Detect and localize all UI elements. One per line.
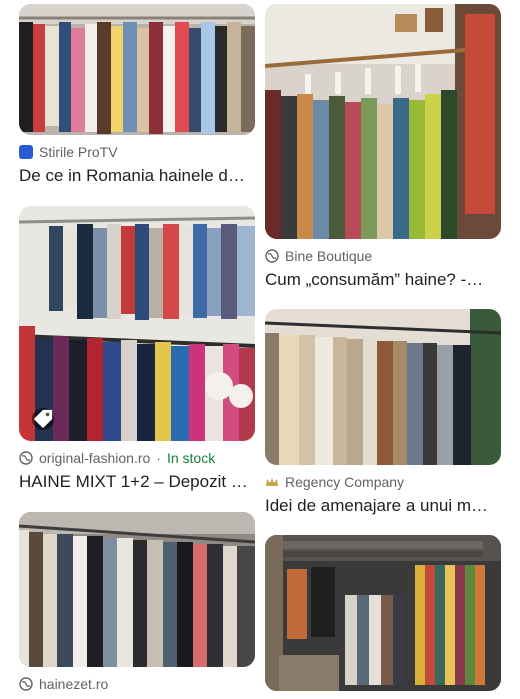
protv-logo-icon bbox=[19, 145, 33, 159]
result-image-3[interactable] bbox=[19, 206, 255, 441]
crown-icon bbox=[266, 478, 278, 486]
separator: · bbox=[156, 450, 161, 466]
in-stock-badge: In stock bbox=[166, 450, 216, 466]
globe-icon bbox=[19, 451, 33, 465]
result-title-1[interactable]: De ce in Romania hainele d… bbox=[19, 166, 255, 186]
result-image-1[interactable] bbox=[19, 4, 255, 135]
result-image-4[interactable] bbox=[265, 309, 501, 465]
result-image-6[interactable] bbox=[265, 535, 501, 691]
result-source-5[interactable]: hainezet.ro bbox=[19, 676, 108, 692]
source-name: Regency Company bbox=[285, 474, 405, 490]
result-source-1[interactable]: Stirile ProTV bbox=[19, 144, 118, 160]
result-image-5[interactable] bbox=[19, 512, 255, 667]
result-source-3[interactable]: original-fashion.ro · In stock bbox=[19, 450, 215, 466]
source-name: Stirile ProTV bbox=[39, 144, 118, 160]
globe-icon bbox=[19, 677, 33, 691]
clothes-rack-photo-2 bbox=[265, 4, 501, 239]
result-title-2[interactable]: Cum „consumăm” haine? -… bbox=[265, 270, 501, 290]
source-name: original-fashion.ro bbox=[39, 450, 151, 466]
clothes-rack-photo-6 bbox=[265, 535, 501, 691]
clothes-rack-photo-4 bbox=[265, 309, 501, 465]
result-title-4[interactable]: Idei de amenajare a unui m… bbox=[265, 496, 501, 516]
clothes-rack-photo-1 bbox=[19, 4, 255, 135]
clothes-rack-photo-5 bbox=[19, 512, 255, 667]
tag-icon bbox=[32, 408, 54, 430]
result-image-2[interactable] bbox=[265, 4, 501, 239]
clothes-rack-photo-3 bbox=[19, 206, 255, 441]
result-source-4[interactable]: Regency Company bbox=[265, 474, 404, 490]
globe-icon bbox=[265, 249, 279, 263]
result-title-3[interactable]: HAINE MIXT 1+2 – Depozit … bbox=[19, 472, 255, 492]
source-name: Bine Boutique bbox=[285, 248, 373, 264]
source-name: hainezet.ro bbox=[39, 676, 109, 692]
result-source-2[interactable]: Bine Boutique bbox=[265, 248, 372, 264]
